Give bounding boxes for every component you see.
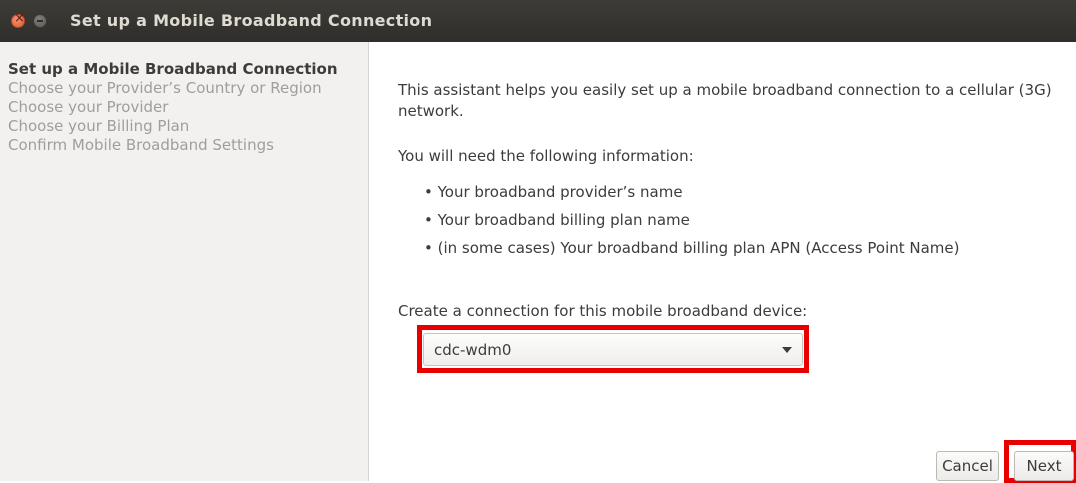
dropdown-arrow-icon — [782, 347, 792, 353]
step-provider: Choose your Provider — [8, 98, 169, 116]
close-window-button[interactable] — [11, 11, 25, 28]
cancel-button[interactable]: Cancel — [936, 451, 999, 481]
list-item: • Your broadband billing plan name — [424, 211, 690, 229]
device-select[interactable]: cdc-wdm0 — [423, 333, 803, 366]
step-billing-plan: Choose your Billing Plan — [8, 117, 190, 135]
device-label: Create a connection for this mobile broa… — [398, 302, 808, 320]
assistant-window: Set up a Mobile Broadband Connection Set… — [0, 0, 1076, 483]
device-select-value: cdc-wdm0 — [434, 341, 512, 359]
steps-sidebar: Set up a Mobile Broadband Connection Cho… — [0, 42, 369, 481]
list-item: • Your broadband provider’s name — [424, 183, 683, 201]
step-confirm: Confirm Mobile Broadband Settings — [8, 136, 274, 154]
window-title: Set up a Mobile Broadband Connection — [70, 11, 433, 30]
title-bar: Set up a Mobile Broadband Connection — [0, 0, 1076, 42]
step-setup: Set up a Mobile Broadband Connection — [8, 60, 338, 78]
need-info-text: You will need the following information: — [398, 147, 694, 165]
minimize-window-button[interactable] — [33, 14, 47, 28]
main-content: This assistant helps you easily set up a… — [369, 42, 1076, 483]
step-country: Choose your Provider’s Country or Region — [8, 79, 322, 97]
intro-text: This assistant helps you easily set up a… — [398, 81, 1052, 120]
list-item: • (in some cases) Your broadband billing… — [424, 239, 960, 257]
next-button[interactable]: Next — [1014, 451, 1074, 481]
